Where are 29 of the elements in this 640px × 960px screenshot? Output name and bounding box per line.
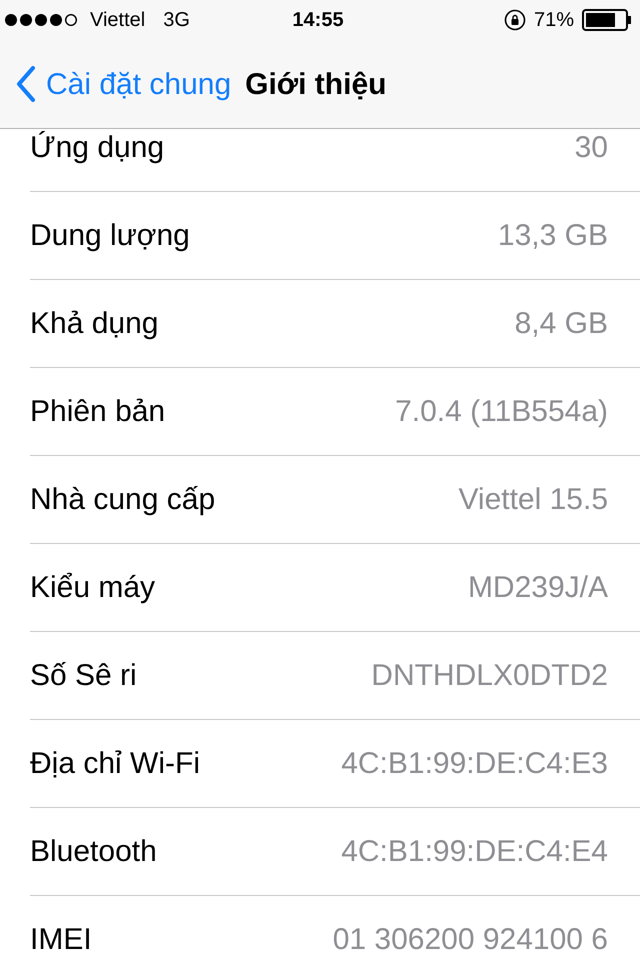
setting-value: 4C:B1:99:DE:C4:E3 xyxy=(341,746,608,782)
network-type: 3G xyxy=(163,8,190,33)
page-title: Giới thiệu xyxy=(245,66,386,102)
setting-label: Bluetooth xyxy=(30,834,158,870)
back-chevron-icon xyxy=(16,66,36,102)
setting-label: Phiên bản xyxy=(30,394,166,430)
setting-value: 13,3 GB xyxy=(498,218,608,254)
battery-icon xyxy=(582,9,632,31)
setting-value: 01 306200 924100 6 xyxy=(332,922,608,958)
setting-value: Viettel 15.5 xyxy=(458,482,608,518)
setting-label: Nhà cung cấp xyxy=(30,482,216,518)
battery-percentage: 71% xyxy=(534,8,574,33)
setting-label: Số Sê ri xyxy=(30,658,138,694)
rotation-lock-icon xyxy=(504,9,526,31)
setting-label: IMEI xyxy=(30,922,93,958)
back-button[interactable]: Cài đặt chung xyxy=(16,62,232,106)
setting-value: 4C:B1:99:DE:C4:E4 xyxy=(341,834,608,870)
clock-time: 14:55 xyxy=(292,8,344,33)
setting-value: MD239J/A xyxy=(468,570,608,606)
setting-label: Khả dụng xyxy=(30,306,160,342)
setting-label: Ứng dụng xyxy=(30,130,166,166)
setting-label: Địa chỉ Wi-Fi xyxy=(30,746,201,782)
carrier-name: Viettel xyxy=(90,8,146,33)
setting-value: DNTHDLX0DTD2 xyxy=(371,658,608,694)
setting-value: 30 xyxy=(574,130,608,166)
setting-label: Kiểu máy xyxy=(30,570,156,606)
setting-value: 7.0.4 (11B554a) xyxy=(395,394,608,430)
setting-value: 8,4 GB xyxy=(514,306,608,342)
setting-label: Dung lượng xyxy=(30,218,191,254)
